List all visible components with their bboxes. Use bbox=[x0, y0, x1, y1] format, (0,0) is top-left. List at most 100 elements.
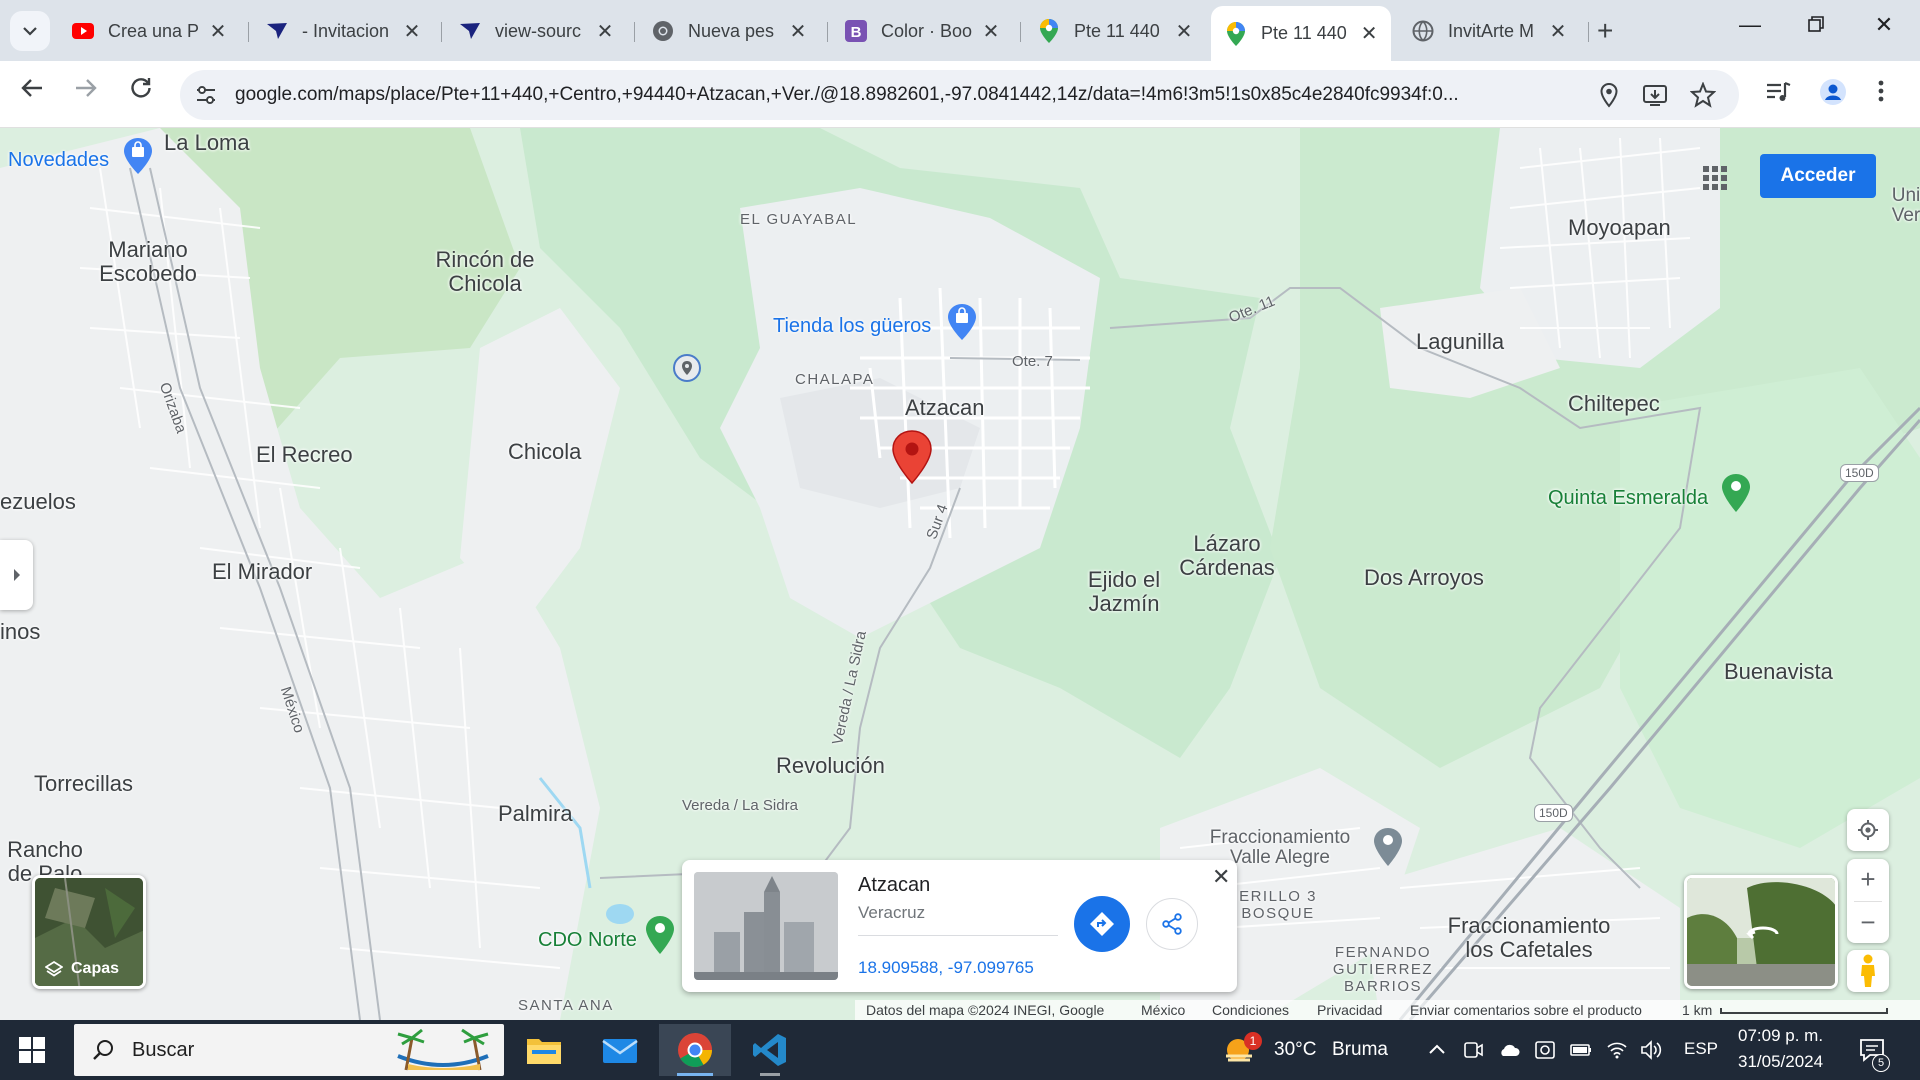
map-label[interactable]: Rincón de Chicola bbox=[420, 248, 550, 296]
poi-label[interactable]: Tienda los güeros bbox=[773, 314, 931, 338]
minimize-button[interactable]: — bbox=[1720, 12, 1780, 38]
directions-button[interactable] bbox=[1074, 896, 1130, 952]
tab-invitacion[interactable]: - Invitacion ✕ bbox=[252, 13, 434, 49]
volume-icon[interactable] bbox=[1640, 1039, 1662, 1061]
map-label[interactable]: Uni Ver bbox=[1886, 186, 1920, 226]
tab-search-button[interactable] bbox=[10, 11, 50, 51]
selected-location-pin-icon[interactable] bbox=[892, 430, 932, 484]
map-label[interactable]: La Loma bbox=[164, 131, 250, 155]
taskbar-search[interactable]: Buscar bbox=[74, 1024, 504, 1076]
map-label[interactable]: CHALAPA bbox=[795, 368, 874, 392]
share-button[interactable] bbox=[1146, 898, 1198, 950]
map-label[interactable]: inos bbox=[0, 620, 40, 644]
mail-app[interactable] bbox=[584, 1024, 656, 1076]
map-label[interactable]: Buenavista bbox=[1724, 660, 1833, 684]
clock-date[interactable]: 31/05/2024 bbox=[1738, 1052, 1823, 1072]
my-location-button[interactable] bbox=[1847, 809, 1889, 851]
chrome-app[interactable] bbox=[659, 1024, 731, 1076]
map-label[interactable]: El Mirador bbox=[212, 560, 312, 584]
zoom-in-button[interactable]: + bbox=[1860, 859, 1875, 901]
close-icon[interactable]: ✕ bbox=[595, 19, 615, 44]
weather-temp[interactable]: 30°C bbox=[1274, 1039, 1316, 1061]
map-label[interactable]: Ejido el Jazmín bbox=[1078, 568, 1170, 616]
map-label[interactable]: Lázaro Cárdenas bbox=[1172, 532, 1282, 580]
tab-youtube[interactable]: Crea una P ✕ bbox=[58, 13, 240, 49]
tab-view-source[interactable]: view-sourc ✕ bbox=[445, 13, 627, 49]
close-icon[interactable]: ✕ bbox=[1359, 21, 1379, 46]
battery-icon[interactable] bbox=[1570, 1039, 1592, 1061]
windows-start-icon[interactable] bbox=[18, 1036, 46, 1064]
close-icon[interactable]: ✕ bbox=[788, 19, 808, 44]
map-label[interactable]: Palmira bbox=[498, 802, 573, 826]
map-label[interactable]: Chiltepec bbox=[1568, 392, 1660, 416]
map-label[interactable]: Lagunilla bbox=[1416, 330, 1504, 354]
language-indicator[interactable]: ESP bbox=[1684, 1039, 1718, 1059]
scale-label[interactable]: 1 km bbox=[1682, 1002, 1712, 1018]
poi-label[interactable]: Quinta Esmeralda bbox=[1548, 486, 1708, 510]
new-tab-button[interactable]: + bbox=[1597, 15, 1613, 47]
place-thumbnail[interactable] bbox=[694, 872, 838, 980]
apps-grid-icon[interactable] bbox=[1700, 163, 1730, 193]
place-pin-icon[interactable] bbox=[1374, 828, 1402, 866]
forward-button[interactable] bbox=[68, 77, 104, 105]
weather-desc[interactable]: Bruma bbox=[1332, 1039, 1388, 1061]
saved-place-icon[interactable] bbox=[672, 353, 702, 383]
address-bar[interactable]: google.com/maps/place/Pte+11+440,+Centro… bbox=[180, 70, 1739, 120]
close-icon[interactable]: ✕ bbox=[981, 19, 1001, 44]
map-label[interactable]: Mariano Escobedo bbox=[88, 238, 208, 286]
tab-maps[interactable]: Pte 11 440 ✕ bbox=[1024, 13, 1206, 49]
tab-invitarte[interactable]: InvitArte M ✕ bbox=[1398, 13, 1580, 49]
menu-button[interactable] bbox=[1878, 79, 1894, 108]
wifi-icon[interactable] bbox=[1606, 1039, 1628, 1061]
map-label[interactable]: Chicola bbox=[508, 440, 581, 464]
close-icon[interactable]: ✕ bbox=[402, 19, 422, 44]
reload-button[interactable] bbox=[123, 77, 159, 106]
shopping-bag-icon[interactable] bbox=[124, 138, 152, 174]
map-label[interactable]: EL GUAYABAL bbox=[740, 208, 857, 232]
close-icon[interactable]: ✕ bbox=[1174, 19, 1194, 44]
vscode-app[interactable] bbox=[734, 1024, 806, 1076]
map-label[interactable]: Atzacan bbox=[905, 396, 985, 420]
tab-new-tab[interactable]: Nueva pes ✕ bbox=[638, 13, 820, 49]
layers-button[interactable]: Capas bbox=[32, 875, 146, 989]
media-control-icon[interactable] bbox=[1764, 78, 1792, 106]
close-window-button[interactable]: ✕ bbox=[1854, 12, 1914, 38]
map-label[interactable]: FERNANDO GUTIERREZ BARRIOS bbox=[1328, 944, 1438, 995]
terms-link[interactable]: Condiciones bbox=[1212, 1002, 1289, 1018]
bookmark-star-icon[interactable] bbox=[1690, 82, 1716, 108]
close-icon[interactable]: ✕ bbox=[1548, 19, 1568, 44]
shopping-bag-icon[interactable] bbox=[948, 304, 976, 340]
tree-pin-icon[interactable] bbox=[1722, 474, 1750, 512]
tab-bootstrap[interactable]: B Color · Boo ✕ bbox=[831, 13, 1013, 49]
map-label[interactable]: Revolución bbox=[776, 754, 885, 778]
street-view-thumbnail[interactable] bbox=[1684, 875, 1838, 989]
install-app-icon[interactable] bbox=[1642, 82, 1668, 108]
map-canvas[interactable]: La Loma Mariano Escobedo Rincón de Chico… bbox=[0, 128, 1920, 1020]
profile-avatar-icon[interactable] bbox=[1819, 78, 1847, 106]
tree-pin-icon[interactable] bbox=[646, 916, 674, 954]
pegman-button[interactable] bbox=[1847, 950, 1889, 992]
sync-icon[interactable] bbox=[1534, 1039, 1556, 1061]
map-label[interactable]: ERILLO 3 BOSQUE bbox=[1238, 888, 1318, 922]
close-card-button[interactable]: ✕ bbox=[1212, 864, 1230, 890]
privacy-link[interactable]: Privacidad bbox=[1317, 1002, 1382, 1018]
expand-panel-button[interactable] bbox=[0, 540, 33, 610]
file-explorer-app[interactable] bbox=[508, 1024, 580, 1076]
sign-in-button[interactable]: Acceder bbox=[1760, 154, 1876, 198]
place-card[interactable]: Atzacan Veracruz 18.909588, -97.099765 ✕ bbox=[682, 860, 1237, 992]
back-button[interactable] bbox=[14, 77, 50, 105]
map-label[interactable]: El Recreo bbox=[256, 443, 353, 467]
restore-button[interactable] bbox=[1786, 12, 1846, 38]
place-coordinates[interactable]: 18.909588, -97.099765 bbox=[858, 958, 1034, 978]
map-label[interactable]: ezuelos bbox=[0, 490, 76, 514]
map-label[interactable]: Moyoapan bbox=[1568, 216, 1671, 240]
map-label[interactable]: Fraccionamiento los Cafetales bbox=[1436, 914, 1622, 962]
site-settings-icon[interactable] bbox=[194, 83, 218, 107]
zoom-out-button[interactable]: − bbox=[1860, 901, 1875, 943]
feedback-link[interactable]: Enviar comentarios sobre el producto bbox=[1410, 1002, 1642, 1018]
clock-time[interactable]: 07:09 p. m. bbox=[1738, 1026, 1823, 1046]
onedrive-icon[interactable] bbox=[1498, 1039, 1520, 1061]
location-pin-icon[interactable] bbox=[1596, 82, 1622, 108]
meet-icon[interactable] bbox=[1462, 1039, 1484, 1061]
tab-maps-active[interactable]: Pte 11 440 ✕ bbox=[1211, 6, 1391, 61]
